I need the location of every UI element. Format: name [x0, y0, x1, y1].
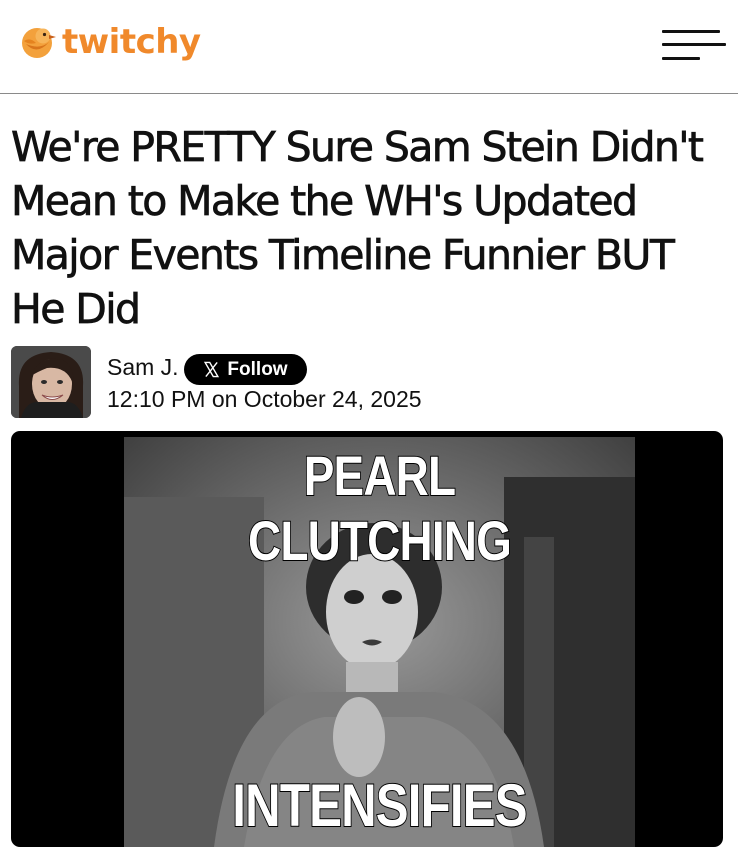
author-photo: [11, 346, 91, 418]
hero-image: PEARL CLUTCHING INTENSIFIES: [11, 431, 723, 847]
follow-label: Follow: [227, 358, 288, 380]
menu-line: [662, 43, 726, 46]
article-headline: We're PRETTY Sure Sam Stein Didn't Mean …: [11, 123, 705, 334]
author-avatar[interactable]: [11, 346, 91, 418]
meme-top-caption: PEARL CLUTCHING: [247, 443, 512, 573]
x-logo-icon: [204, 361, 220, 378]
meme-bottom-caption: INTENSIFIES: [231, 771, 528, 840]
site-header: twitchy: [0, 0, 738, 94]
follow-button[interactable]: Follow: [184, 354, 307, 385]
article-byline: Sam J. Follow 12:10 PM on October 24, 20…: [11, 346, 729, 418]
site-logo[interactable]: twitchy: [18, 22, 201, 62]
meme-image: PEARL CLUTCHING INTENSIFIES: [124, 437, 635, 847]
bird-icon: [22, 28, 56, 58]
author-name[interactable]: Sam J.: [107, 354, 179, 381]
publish-date: 12:10 PM on October 24, 2025: [107, 386, 422, 412]
menu-line: [662, 30, 720, 33]
menu-line: [662, 57, 700, 60]
logo-wordmark: twitchy: [62, 22, 201, 62]
hamburger-menu-icon[interactable]: [660, 28, 728, 64]
